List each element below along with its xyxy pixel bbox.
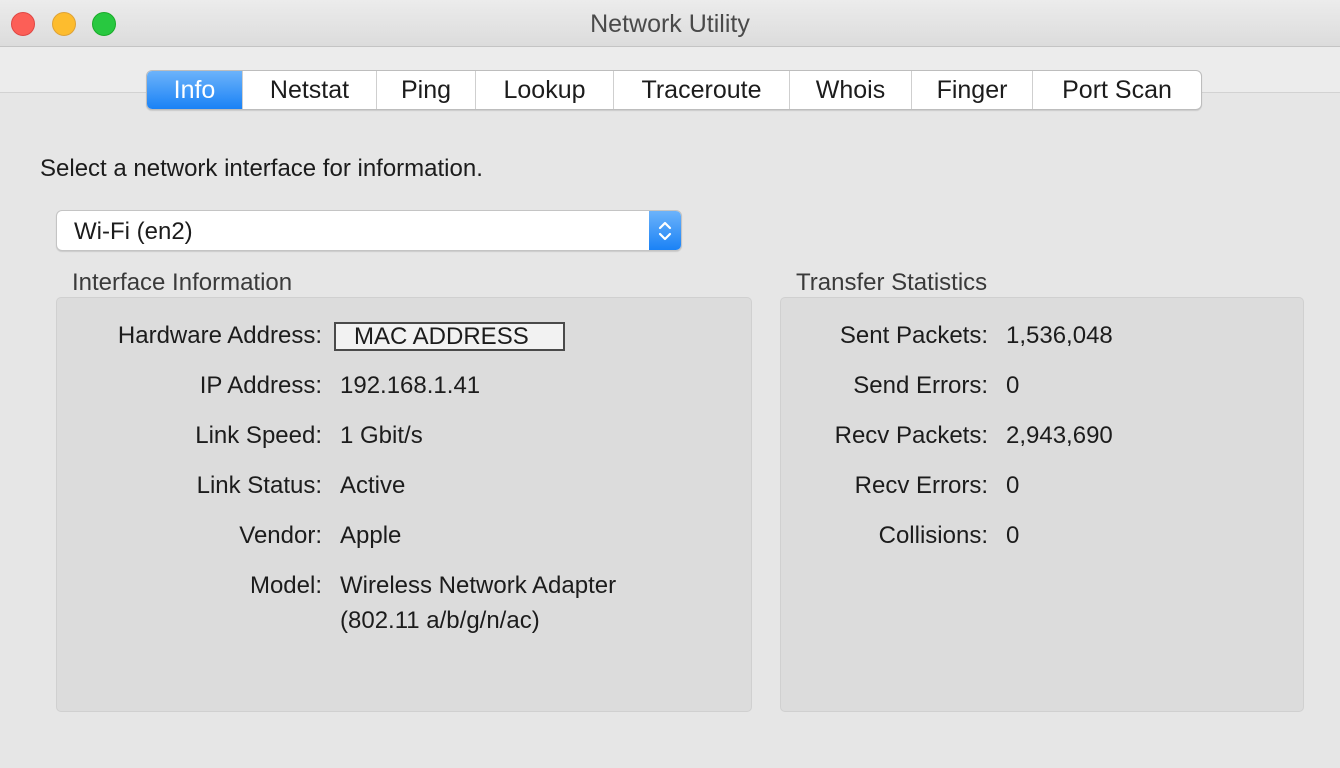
tab-netstat[interactable]: Netstat (242, 71, 376, 109)
interface-select-value: Wi-Fi (en2) (74, 218, 193, 245)
hardware-address-value: MAC ADDRESS (334, 322, 565, 351)
tab-info[interactable]: Info (147, 71, 242, 109)
model-value: Wireless Network Adapter (340, 572, 617, 599)
recv-errors-label: Recv Errors: (854, 472, 988, 499)
link-status-value: Active (340, 472, 406, 499)
window-title: Network Utility (590, 10, 750, 38)
title-bar: Network Utility (0, 0, 1340, 47)
link-speed-value: 1 Gbit/s (340, 422, 423, 449)
instruction-text: Select a network interface for informati… (40, 155, 483, 182)
tab-bar: Info Netstat Ping Lookup Traceroute Whoi… (146, 70, 1202, 110)
tab-traceroute[interactable]: Traceroute (613, 71, 789, 109)
tab-ping[interactable]: Ping (376, 71, 475, 109)
send-errors-label: Send Errors: (853, 372, 988, 399)
sent-packets-label: Sent Packets: (839, 322, 988, 349)
tab-finger[interactable]: Finger (911, 71, 1032, 109)
tab-lookup[interactable]: Lookup (475, 71, 613, 109)
up-down-chevron-icon[interactable] (649, 211, 681, 250)
hardware-address-label: Hardware Address: (117, 322, 322, 349)
collisions-label: Collisions: (878, 522, 988, 549)
model-value-line2: (802.11 a/b/g/n/ac) (340, 607, 540, 634)
recv-packets-label: Recv Packets: (834, 422, 988, 449)
link-speed-label: Link Speed: (195, 422, 322, 449)
collisions-value: 0 (1006, 522, 1020, 549)
sent-packets-value: 1,536,048 (1006, 322, 1113, 349)
vendor-value: Apple (340, 522, 402, 549)
transfer-stats-panel (780, 297, 1304, 712)
recv-errors-value: 0 (1006, 472, 1020, 499)
interface-info-panel (56, 297, 752, 712)
recv-packets-value: 2,943,690 (1006, 422, 1113, 449)
ip-address-label: IP Address: (199, 372, 322, 399)
interface-select[interactable]: Wi-Fi (en2) (56, 210, 682, 251)
interface-info-title: Interface Information (72, 269, 293, 296)
tab-whois[interactable]: Whois (789, 71, 911, 109)
send-errors-value: 0 (1006, 372, 1020, 399)
transfer-stats-title: Transfer Statistics (796, 269, 988, 296)
link-status-label: Link Status: (196, 472, 322, 499)
tab-port-scan[interactable]: Port Scan (1032, 71, 1201, 109)
ip-address-value: 192.168.1.41 (340, 372, 481, 399)
vendor-label: Vendor: (239, 522, 322, 549)
model-label: Model: (249, 572, 322, 599)
